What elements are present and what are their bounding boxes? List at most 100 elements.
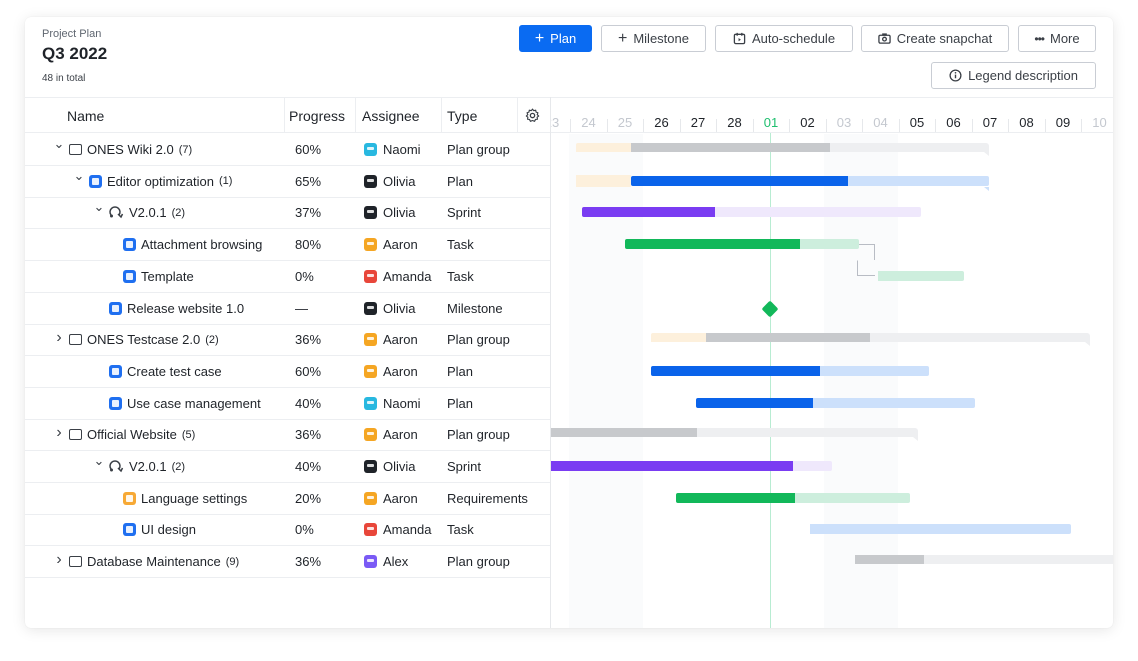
column-settings-gear-icon[interactable] [525,108,540,123]
column-header-name[interactable]: Name [67,108,104,124]
table-row[interactable]: ⌄ V2.0.1 (2) 40% Olivia Sprint [25,451,550,483]
row-name[interactable]: UI design [123,522,196,537]
task-bar-rest[interactable] [878,270,964,281]
legend-description-button[interactable]: Legend description [931,62,1096,89]
row-name[interactable]: ONES Wiki 2.0 (7) [69,142,192,157]
row-name[interactable]: Attachment browsing [123,237,262,252]
chevron-right-icon[interactable]: › [53,551,65,569]
row-assignee[interactable]: Olivia [364,459,416,474]
row-assignee[interactable]: Aaron [364,427,418,442]
plan-bar-done[interactable] [631,175,848,186]
table-row[interactable]: Use case management 40% Naomi Plan [25,388,550,420]
group-bar-done[interactable] [706,333,870,343]
column-header-type[interactable]: Type [447,108,477,124]
row-assignee[interactable]: Amanda [364,522,431,537]
row-name[interactable]: Official Website (5) [69,427,195,442]
row-name[interactable]: ONES Testcase 2.0 (2) [69,332,219,347]
table-row[interactable]: ⌄ V2.0.1 (2) 37% Olivia Sprint [25,197,550,230]
dependency-line[interactable] [859,244,875,261]
group-bar-bracket[interactable] [984,152,989,156]
column-header-assignee[interactable]: Assignee [362,108,420,124]
task-bar-rest[interactable] [795,492,910,503]
group-bar-bracket[interactable] [913,437,918,442]
task-bar-done[interactable] [625,239,800,250]
column-divider[interactable] [441,98,442,133]
group-bar-lead[interactable] [576,143,631,152]
plan-bar-rest[interactable] [810,524,1071,535]
auto-schedule-button[interactable]: Auto-schedule [715,25,853,52]
group-bar-bracket[interactable] [984,186,989,191]
table-row[interactable]: › Database Maintenance (9) 36% Alex Plan grou… [25,546,550,579]
group-bar-lead[interactable] [651,333,706,343]
dependency-line[interactable] [857,260,875,277]
column-divider[interactable] [284,98,285,133]
row-assignee[interactable]: Aaron [364,364,418,379]
create-snapshot-button[interactable]: Create snapchat [861,25,1009,52]
folder-icon [69,144,82,155]
table-row[interactable]: Release website 1.0 — Olivia Milestone [25,293,550,325]
row-name[interactable]: V2.0.1 (2) [109,459,185,474]
row-name[interactable]: Language settings [123,491,247,506]
sprint-bar-rest[interactable] [793,461,832,471]
avatar [364,555,377,569]
more-button[interactable]: ••• More [1018,25,1096,52]
row-assignee[interactable]: Olivia [364,205,416,220]
table-row[interactable]: UI design 0% Amanda Task [25,514,550,547]
row-assignee[interactable]: Naomi [364,396,421,411]
table-row[interactable]: ⌄ ONES Wiki 2.0 (7) 60% Naomi Plan group [25,134,550,166]
milestone-diamond[interactable] [761,300,779,317]
row-assignee[interactable]: Naomi [364,142,421,157]
group-bar-rest[interactable] [697,428,918,438]
chevron-down-icon[interactable]: ⌄ [93,199,105,215]
row-assignee[interactable]: Aaron [364,332,418,347]
sprint-bar-done[interactable] [582,207,715,218]
group-bar-done[interactable] [551,428,697,438]
table-row[interactable]: › ONES Testcase 2.0 (2) 36% Aaron Plan group [25,324,550,357]
group-bar-done[interactable] [631,143,830,152]
table-row[interactable]: Language settings 20% Aaron Requirements [25,483,550,515]
chevron-right-icon[interactable]: › [53,329,65,347]
row-assignee[interactable]: Alex [364,554,408,569]
plan-bar-rest[interactable] [848,175,989,186]
add-plan-button[interactable]: + Plan [519,25,592,52]
chevron-down-icon[interactable]: ⌄ [93,453,105,469]
table-row[interactable]: ⌄ Editor optimization (1) 65% Olivia Plan [25,166,550,198]
chevron-right-icon[interactable]: › [53,424,65,442]
column-divider[interactable] [517,98,518,133]
row-assignee[interactable]: Amanda [364,269,431,284]
row-name[interactable]: Database Maintenance (9) [69,554,239,569]
row-assignee[interactable]: Aaron [364,491,418,506]
row-name[interactable]: Template [123,269,194,284]
row-name[interactable]: Use case management [109,396,261,411]
group-bar-lead[interactable] [576,174,631,187]
row-assignee[interactable]: Olivia [364,301,416,316]
sprint-bar-done[interactable] [551,461,793,471]
plan-bar-rest[interactable] [813,397,975,408]
group-bar-done[interactable] [855,555,924,565]
row-name[interactable]: V2.0.1 (2) [109,205,185,220]
table-row[interactable]: Template 0% Amanda Task [25,261,550,293]
row-name[interactable]: Release website 1.0 [109,301,244,316]
table-row[interactable]: › Official Website (5) 36% Aaron Plan group [25,419,550,452]
task-bar-rest[interactable] [800,239,859,250]
group-bar-rest[interactable] [870,333,1090,343]
group-bar-rest[interactable] [924,555,1113,565]
column-header-progress[interactable]: Progress [289,108,345,124]
task-bar-done[interactable] [676,492,795,503]
add-milestone-button[interactable]: + Milestone [601,25,706,52]
table-row[interactable]: Create test case 60% Aaron Plan [25,356,550,388]
chevron-down-icon[interactable]: ⌄ [53,136,65,152]
plan-bar-rest[interactable] [820,365,929,376]
group-bar-rest[interactable] [830,143,989,152]
row-assignee[interactable]: Aaron [364,237,418,252]
plan-bar-done[interactable] [696,397,813,408]
row-assignee[interactable]: Olivia [364,174,416,189]
chevron-down-icon[interactable]: ⌄ [73,168,85,184]
column-divider[interactable] [355,98,356,133]
table-row[interactable]: Attachment browsing 80% Aaron Task [25,229,550,262]
row-name[interactable]: Create test case [109,364,222,379]
group-bar-bracket[interactable] [1085,342,1090,347]
row-name[interactable]: Editor optimization (1) [89,174,232,189]
plan-bar-done[interactable] [651,365,820,376]
sprint-bar-rest[interactable] [715,207,921,218]
